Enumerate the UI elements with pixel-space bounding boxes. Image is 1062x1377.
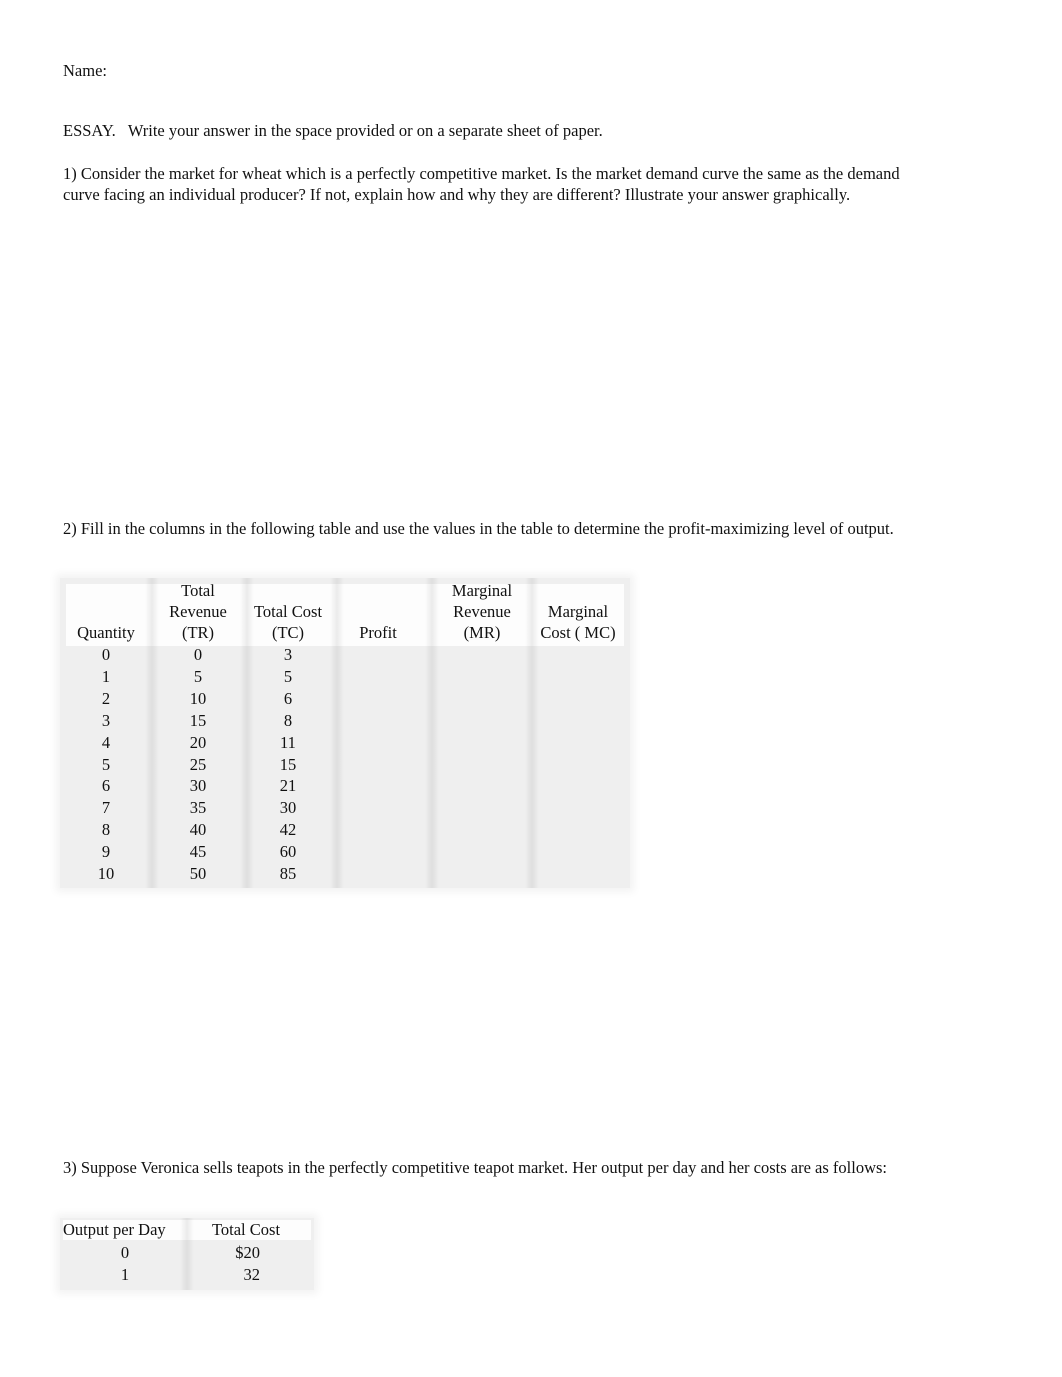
table-cell: 15	[279, 754, 297, 774]
answer-cell[interactable]	[430, 841, 530, 863]
answer-cell[interactable]	[528, 775, 628, 797]
table-cell: 1	[101, 666, 111, 686]
table-cell: 4	[101, 732, 111, 752]
table-cell: 5	[101, 754, 111, 774]
essay-instructions: ESSAY. Write your answer in the space pr…	[63, 121, 603, 140]
column-header: Total Cost	[211, 1220, 281, 1239]
table-cell: 10	[97, 864, 115, 883]
answer-cell[interactable]	[528, 797, 628, 819]
answer-cell[interactable]	[328, 819, 428, 841]
table-cell: 6	[101, 776, 111, 796]
answer-cell[interactable]	[430, 797, 530, 819]
table-cell: 8	[283, 710, 293, 730]
table-cell: 15	[189, 710, 207, 730]
table-cell: 0	[193, 645, 203, 664]
answer-cell[interactable]	[328, 754, 428, 776]
column-header: Cost ( MC)	[540, 623, 616, 642]
table-cell: $20	[235, 1243, 260, 1262]
answer-cell[interactable]	[528, 863, 628, 885]
table-cell: 32	[243, 1265, 261, 1284]
answer-cell[interactable]	[528, 754, 628, 776]
answer-cell[interactable]	[430, 732, 530, 754]
answer-cell[interactable]	[430, 688, 530, 710]
answer-cell[interactable]	[328, 688, 428, 710]
table-cell: 50	[189, 864, 207, 883]
table-cell: 25	[189, 754, 207, 774]
question-1: 1) Consider the market for wheat which i…	[63, 164, 900, 204]
answer-cell[interactable]	[328, 710, 428, 732]
column-header: Revenue	[169, 602, 227, 621]
answer-cell[interactable]	[328, 666, 428, 688]
answer-cell[interactable]	[328, 775, 428, 797]
answer-cell[interactable]	[528, 819, 628, 841]
table-cell: 2	[101, 688, 111, 708]
table-cell: 1	[120, 1265, 130, 1284]
answer-cell[interactable]	[430, 644, 530, 666]
column-header: (TR)	[181, 623, 215, 642]
column-header: Profit	[359, 623, 397, 642]
profit-table: Quantity Total Revenue (TR) Total Cost (TC) Pr…	[60, 578, 630, 888]
answer-cell[interactable]	[430, 710, 530, 732]
table-cell: 3	[283, 645, 293, 664]
answer-cell[interactable]	[528, 644, 628, 666]
answer-cell[interactable]	[430, 819, 530, 841]
answer-cell[interactable]	[430, 754, 530, 776]
answer-cell[interactable]	[528, 732, 628, 754]
table-cell: 21	[279, 776, 297, 796]
question-3: 3) Suppose Veronica sells teapots in the…	[63, 1158, 887, 1177]
table-cell: 60	[279, 842, 297, 862]
table-cell: 45	[189, 842, 207, 862]
table-cell: 3	[101, 710, 111, 730]
table-cell: 20	[189, 732, 207, 752]
column-header: Output per Day	[63, 1220, 166, 1239]
teapot-cost-table: Output per Day Total Cost 0 $20 1 32	[60, 1218, 314, 1290]
table-cell: 7	[101, 798, 111, 818]
table-cell: 30	[279, 798, 297, 818]
table-cell: 8	[101, 820, 111, 840]
column-header: Marginal	[547, 602, 609, 621]
column-header: Quantity	[77, 623, 135, 642]
column-header: (TC)	[271, 623, 305, 642]
answer-cell[interactable]	[328, 863, 428, 885]
table-cell: 5	[283, 666, 293, 686]
table-cell: 0	[120, 1243, 130, 1262]
answer-cell[interactable]	[528, 841, 628, 863]
table-cell: 0	[101, 645, 111, 664]
table-cell: 85	[279, 864, 297, 883]
answer-cell[interactable]	[528, 666, 628, 688]
answer-cell[interactable]	[328, 841, 428, 863]
answer-cell[interactable]	[430, 666, 530, 688]
answer-cell[interactable]	[528, 688, 628, 710]
name-label: Name:	[63, 61, 107, 80]
table-cell: 11	[280, 732, 296, 752]
table-cell: 42	[279, 820, 297, 840]
table-cell: 30	[189, 776, 207, 796]
table-cell: 40	[189, 820, 207, 840]
table-cell: 6	[283, 688, 293, 708]
answer-cell[interactable]	[430, 775, 530, 797]
table-cell: 35	[189, 798, 207, 818]
column-header: Revenue	[453, 602, 511, 621]
answer-cell[interactable]	[328, 732, 428, 754]
table-cell: 9	[101, 842, 111, 862]
answer-cell[interactable]	[528, 710, 628, 732]
answer-cell[interactable]	[328, 797, 428, 819]
answer-cell[interactable]	[430, 863, 530, 885]
column-header: Marginal	[451, 581, 513, 600]
table-cell: 5	[193, 666, 203, 686]
question-2: 2) Fill in the columns in the following …	[63, 519, 894, 538]
column-header: Total	[181, 581, 215, 600]
column-header: (MR)	[463, 623, 501, 642]
column-header: Total Cost	[253, 602, 323, 621]
table-cell: 10	[189, 688, 207, 708]
answer-cell[interactable]	[328, 644, 428, 666]
